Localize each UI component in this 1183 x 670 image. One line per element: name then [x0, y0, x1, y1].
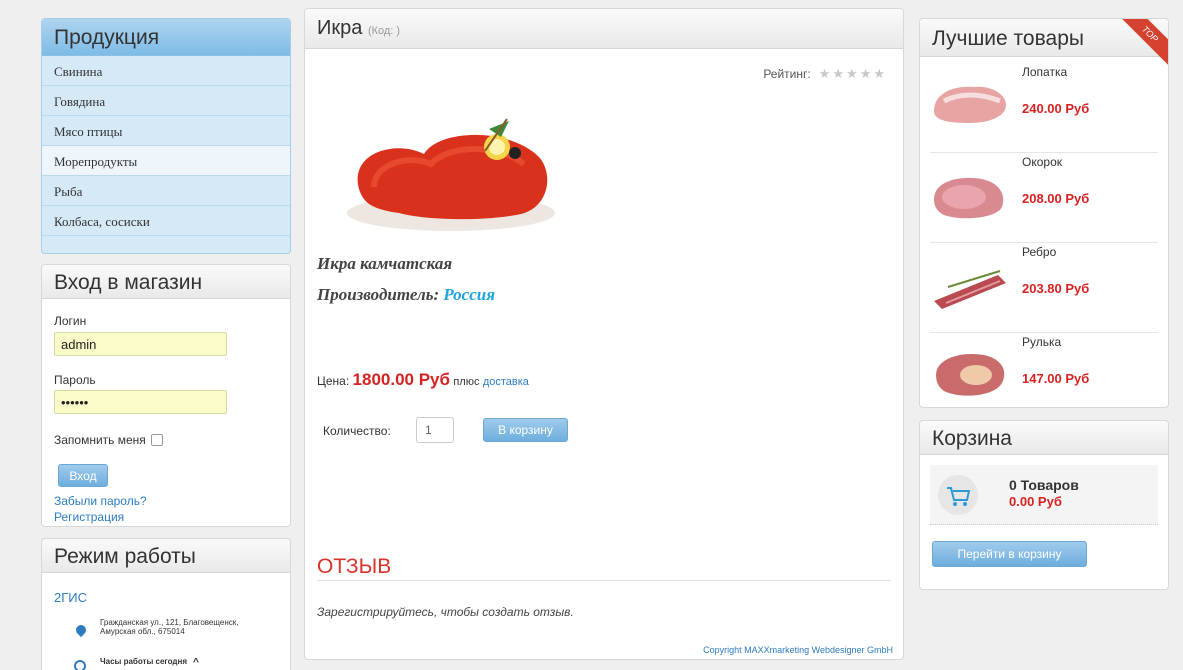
cart-icon: [938, 475, 978, 515]
best-item[interactable]: Ребро 203.80 Руб: [930, 243, 1158, 333]
cart-title: Корзина: [920, 421, 1168, 455]
location-pin-icon: [73, 622, 89, 638]
hours-today-label: Часы работы сегодня: [100, 657, 187, 666]
best-item[interactable]: Рулька 147.00 Руб: [930, 333, 1158, 407]
chevron-up-icon: ^: [193, 657, 199, 668]
menu-item-sausages[interactable]: Колбаса, сосиски: [42, 206, 290, 236]
review-divider: [317, 580, 891, 581]
clock-icon: [74, 660, 86, 670]
review-title: ОТЗЫВ: [317, 555, 392, 578]
add-to-cart-button[interactable]: В корзину: [483, 418, 568, 442]
password-input[interactable]: [54, 390, 227, 414]
product-panel: Икра (Код: ) Рейтинг: ★ ★ ★ ★ ★ Икра кам…: [304, 8, 904, 660]
pork-knuckle-image[interactable]: [930, 343, 1010, 403]
cart-total: 0.00 Руб: [1009, 494, 1062, 509]
manufacturer-link[interactable]: Россия: [443, 285, 495, 304]
manufacturer-row: Производитель: Россия: [317, 285, 495, 305]
menu-item-pork[interactable]: Свинина: [42, 56, 290, 86]
login-input[interactable]: [54, 332, 227, 356]
best-item-price: 240.00 Руб: [1022, 101, 1090, 116]
quantity-input[interactable]: [416, 417, 454, 443]
price-label: Цена:: [317, 374, 350, 388]
remember-label: Запомнить меня: [54, 433, 146, 447]
hours-title: Режим работы: [42, 539, 290, 573]
product-image[interactable]: [339, 109, 569, 249]
hours-panel: Режим работы 2ГИС Гражданская ул., 121, …: [41, 538, 291, 670]
price-value: 1800.00 Руб: [352, 370, 450, 389]
login-title: Вход в магазин: [42, 265, 290, 299]
address-text: Гражданская ул., 121, Благовещенск, Амур…: [100, 618, 239, 636]
password-label: Пароль: [54, 373, 96, 387]
star-icon-5[interactable]: ★: [873, 66, 885, 82]
best-item-name: Окорок: [1022, 155, 1062, 169]
plus-label: плюс: [453, 376, 480, 388]
best-item[interactable]: Лопатка 240.00 Руб: [930, 63, 1158, 153]
menu-item-poultry[interactable]: Мясо птицы: [42, 116, 290, 146]
rating: Рейтинг: ★ ★ ★ ★ ★: [763, 66, 885, 82]
star-icon-4[interactable]: ★: [860, 66, 872, 82]
star-icon-2[interactable]: ★: [832, 66, 844, 82]
forgot-password-link[interactable]: Забыли пароль?: [54, 494, 147, 508]
manufacturer-label: Производитель:: [317, 285, 440, 304]
menu-item-beef[interactable]: Говядина: [42, 86, 290, 116]
ribs-image[interactable]: [930, 257, 1010, 317]
product-title: Икра: [317, 17, 363, 39]
qty-label: Количество:: [323, 424, 391, 438]
ham-image[interactable]: [930, 165, 1010, 225]
pork-shoulder-image[interactable]: [930, 71, 1010, 131]
copyright[interactable]: Copyright MAXXmarketing Webdesigner GmbH: [703, 645, 893, 655]
star-icon-1[interactable]: ★: [819, 66, 831, 82]
best-item-name: Лопатка: [1022, 65, 1068, 79]
rating-label: Рейтинг:: [763, 67, 811, 81]
product-code: (Код: ): [367, 25, 401, 37]
best-item-price: 203.80 Руб: [1022, 281, 1090, 296]
best-item-price: 208.00 Руб: [1022, 191, 1090, 206]
login-label: Логин: [54, 314, 87, 328]
login-panel: Вход в магазин Логин Пароль Запомнить ме…: [41, 264, 291, 527]
login-submit-button[interactable]: Вход: [58, 464, 108, 487]
menu-item-seafood[interactable]: Морепродукты: [42, 146, 290, 176]
delivery-link[interactable]: доставка: [483, 376, 529, 388]
product-name: Икра камчатская: [317, 254, 453, 273]
gis-provider[interactable]: 2ГИС: [54, 590, 87, 605]
menu-item-fish[interactable]: Рыба: [42, 176, 290, 206]
best-products-panel: Лучшие товары TOP Лопатка 240.00 Руб Око…: [919, 18, 1169, 408]
remember-checkbox[interactable]: [150, 434, 163, 446]
best-item-name: Рулька: [1022, 335, 1062, 349]
product-header: Икра (Код: ): [305, 9, 903, 49]
star-icon-3[interactable]: ★: [846, 66, 858, 82]
price-row: Цена: 1800.00 Руб плюс доставка: [317, 370, 529, 390]
cart-summary[interactable]: 0 Товаров 0.00 Руб: [930, 465, 1158, 525]
best-item-name: Ребро: [1022, 245, 1057, 259]
go-to-cart-button[interactable]: Перейти в корзину: [932, 541, 1087, 567]
hours-today-row[interactable]: Часы работы сегодня ^: [100, 657, 199, 668]
best-item-price: 147.00 Руб: [1022, 371, 1090, 386]
cart-panel: Корзина 0 Товаров 0.00 Руб Перейти в кор…: [919, 420, 1169, 590]
best-item[interactable]: Окорок 208.00 Руб: [930, 153, 1158, 243]
remember-row: Запомнить меня: [54, 433, 163, 447]
products-panel: Продукция Свинина Говядина Мясо птицы Мо…: [41, 18, 291, 254]
register-link[interactable]: Регистрация: [54, 510, 124, 524]
products-title: Продукция: [42, 19, 290, 56]
review-note: Зарегистрируйтесь, чтобы создать отзыв.: [317, 605, 574, 619]
cart-items-count: 0 Товаров: [1009, 477, 1079, 493]
